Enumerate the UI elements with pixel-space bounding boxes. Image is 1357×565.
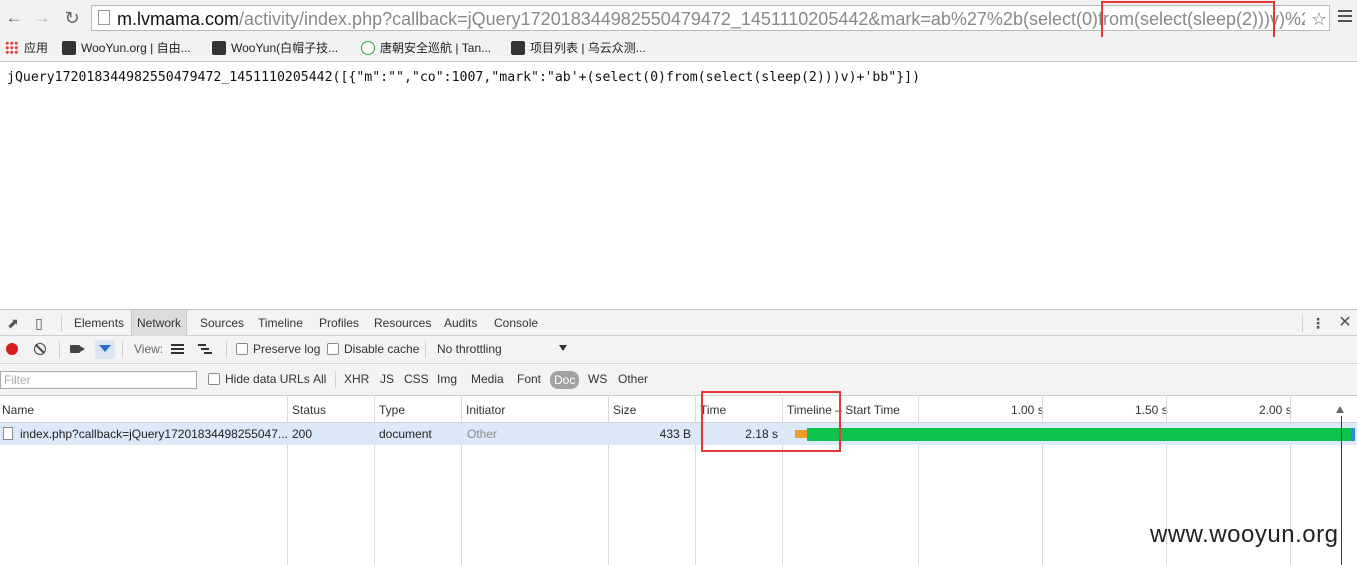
sort-ascending-icon[interactable] <box>1336 406 1344 413</box>
url-host: m.lvmama.com <box>117 9 240 29</box>
timeline-tick-2: 1.50 s <box>1135 403 1168 417</box>
bookmark-apps[interactable]: 应用 <box>5 39 48 57</box>
checkbox-box <box>208 373 220 385</box>
filter-icon[interactable] <box>95 340 115 359</box>
tab-timeline[interactable]: Timeline <box>253 310 308 336</box>
column-name[interactable]: Name <box>0 397 34 423</box>
filter-type-media[interactable]: Media <box>471 364 504 395</box>
network-table-header: Name Status Type Initiator Size Time Tim… <box>0 397 1357 423</box>
network-toolbar: View: Preserve log Disable cache No thro… <box>0 336 1357 364</box>
row-size: 433 B <box>659 427 691 441</box>
filter-type-all[interactable]: All <box>313 364 326 395</box>
filter-input[interactable]: Filter <box>0 371 197 389</box>
wooyun-icon <box>511 41 525 55</box>
disable-cache-checkbox[interactable]: Disable cache <box>327 336 419 363</box>
device-mode-icon[interactable]: ▯ <box>31 315 47 331</box>
divider <box>61 315 62 332</box>
watermark: www.wooyun.org <box>1150 521 1339 548</box>
checkbox-box <box>236 343 248 355</box>
bookmark-project-list[interactable]: 项目列表 | 乌云众测... <box>511 39 646 57</box>
timeline-tick-1: 1.00 s <box>1011 403 1044 417</box>
bookmarks-bar: 应用 WooYun.org | 自由... WooYun(白帽子技... 唐朝安… <box>0 37 1357 62</box>
bookmark-star-icon[interactable]: ☆ <box>1311 7 1327 31</box>
row-name[interactable]: index.php?callback=jQuery172018344982550… <box>20 423 288 445</box>
filter-type-img[interactable]: Img <box>437 364 457 395</box>
divider <box>226 341 227 358</box>
devtools-tab-bar: ⬈ ▯ Elements Network Sources Timeline Pr… <box>0 309 1357 336</box>
divider <box>425 341 426 358</box>
tab-elements[interactable]: Elements <box>69 310 129 336</box>
tab-sources[interactable]: Sources <box>195 310 249 336</box>
close-devtools-icon[interactable]: ✕ <box>1337 315 1353 331</box>
filter-type-doc[interactable]: Doc <box>550 371 580 389</box>
load-event-marker <box>1341 416 1342 565</box>
bookmark-wooyun-whitehat[interactable]: WooYun(白帽子技... <box>212 39 338 57</box>
column-size[interactable]: Size <box>611 397 636 423</box>
bookmark-tangchao[interactable]: 唐朝安全巡航 | Tan... <box>361 39 491 57</box>
hide-data-urls-checkbox[interactable]: Hide data URLs <box>208 364 310 395</box>
network-filter-bar: Filter Hide data URLs All XHR JS CSS Img… <box>0 364 1357 396</box>
row-initiator: Other <box>467 427 498 441</box>
divider <box>59 341 60 358</box>
clear-icon[interactable] <box>34 343 46 355</box>
timeline-tick-3: 2.00 s <box>1259 403 1292 417</box>
view-label: View: <box>134 342 164 356</box>
table-row[interactable]: index.php?callback=jQuery172018344982550… <box>0 423 1357 445</box>
filter-type-xhr[interactable]: XHR <box>344 364 369 395</box>
filter-type-ws[interactable]: WS <box>588 364 607 395</box>
tab-console[interactable]: Console <box>489 310 543 336</box>
apps-grid-icon <box>5 41 18 54</box>
timeline-receiving-bar <box>807 428 1352 441</box>
chevron-down-icon[interactable] <box>559 345 567 351</box>
throttling-select[interactable]: No throttling <box>437 336 502 363</box>
row-type: document <box>379 427 432 441</box>
column-type[interactable]: Type <box>377 397 405 423</box>
column-status[interactable]: Status <box>290 397 326 423</box>
tab-profiles[interactable]: Profiles <box>314 310 364 336</box>
back-arrow-icon[interactable]: ← <box>4 8 24 28</box>
divider <box>1302 315 1303 332</box>
timeline-end-bar <box>1351 428 1355 441</box>
overview-icon[interactable] <box>198 344 212 354</box>
chrome-menu-icon[interactable] <box>1338 10 1352 25</box>
row-status: 200 <box>292 427 313 441</box>
large-rows-icon[interactable] <box>171 344 184 354</box>
filter-type-js[interactable]: JS <box>380 364 394 395</box>
timing-highlight <box>701 391 841 452</box>
bookmark-wooyun-org[interactable]: WooYun.org | 自由... <box>62 39 191 57</box>
wooyun-icon <box>212 41 226 55</box>
reload-icon[interactable]: ↻ <box>62 8 82 28</box>
filter-type-font[interactable]: Font <box>517 364 541 395</box>
tab-audits[interactable]: Audits <box>439 310 482 336</box>
forward-arrow-icon[interactable]: → <box>32 8 52 28</box>
wooyun-icon <box>62 41 76 55</box>
record-icon[interactable] <box>6 343 18 355</box>
divider <box>335 371 336 388</box>
tab-network[interactable]: Network <box>131 310 188 336</box>
capture-screenshots-icon[interactable] <box>70 345 85 353</box>
filter-type-other[interactable]: Other <box>618 364 648 395</box>
document-icon <box>3 427 13 440</box>
inspect-element-icon[interactable]: ⬈ <box>5 315 21 331</box>
tangchao-icon <box>361 41 375 55</box>
preserve-log-checkbox[interactable]: Preserve log <box>236 336 320 363</box>
tab-resources[interactable]: Resources <box>369 310 436 336</box>
filter-type-css[interactable]: CSS <box>404 364 429 395</box>
more-options-icon[interactable]: ⋮ <box>1310 315 1326 331</box>
checkbox-box <box>327 343 339 355</box>
jsonp-response-text: jQuery172018344982550479472_145111020544… <box>7 70 921 85</box>
divider <box>122 341 123 358</box>
column-initiator[interactable]: Initiator <box>464 397 505 423</box>
page-icon <box>98 10 110 25</box>
